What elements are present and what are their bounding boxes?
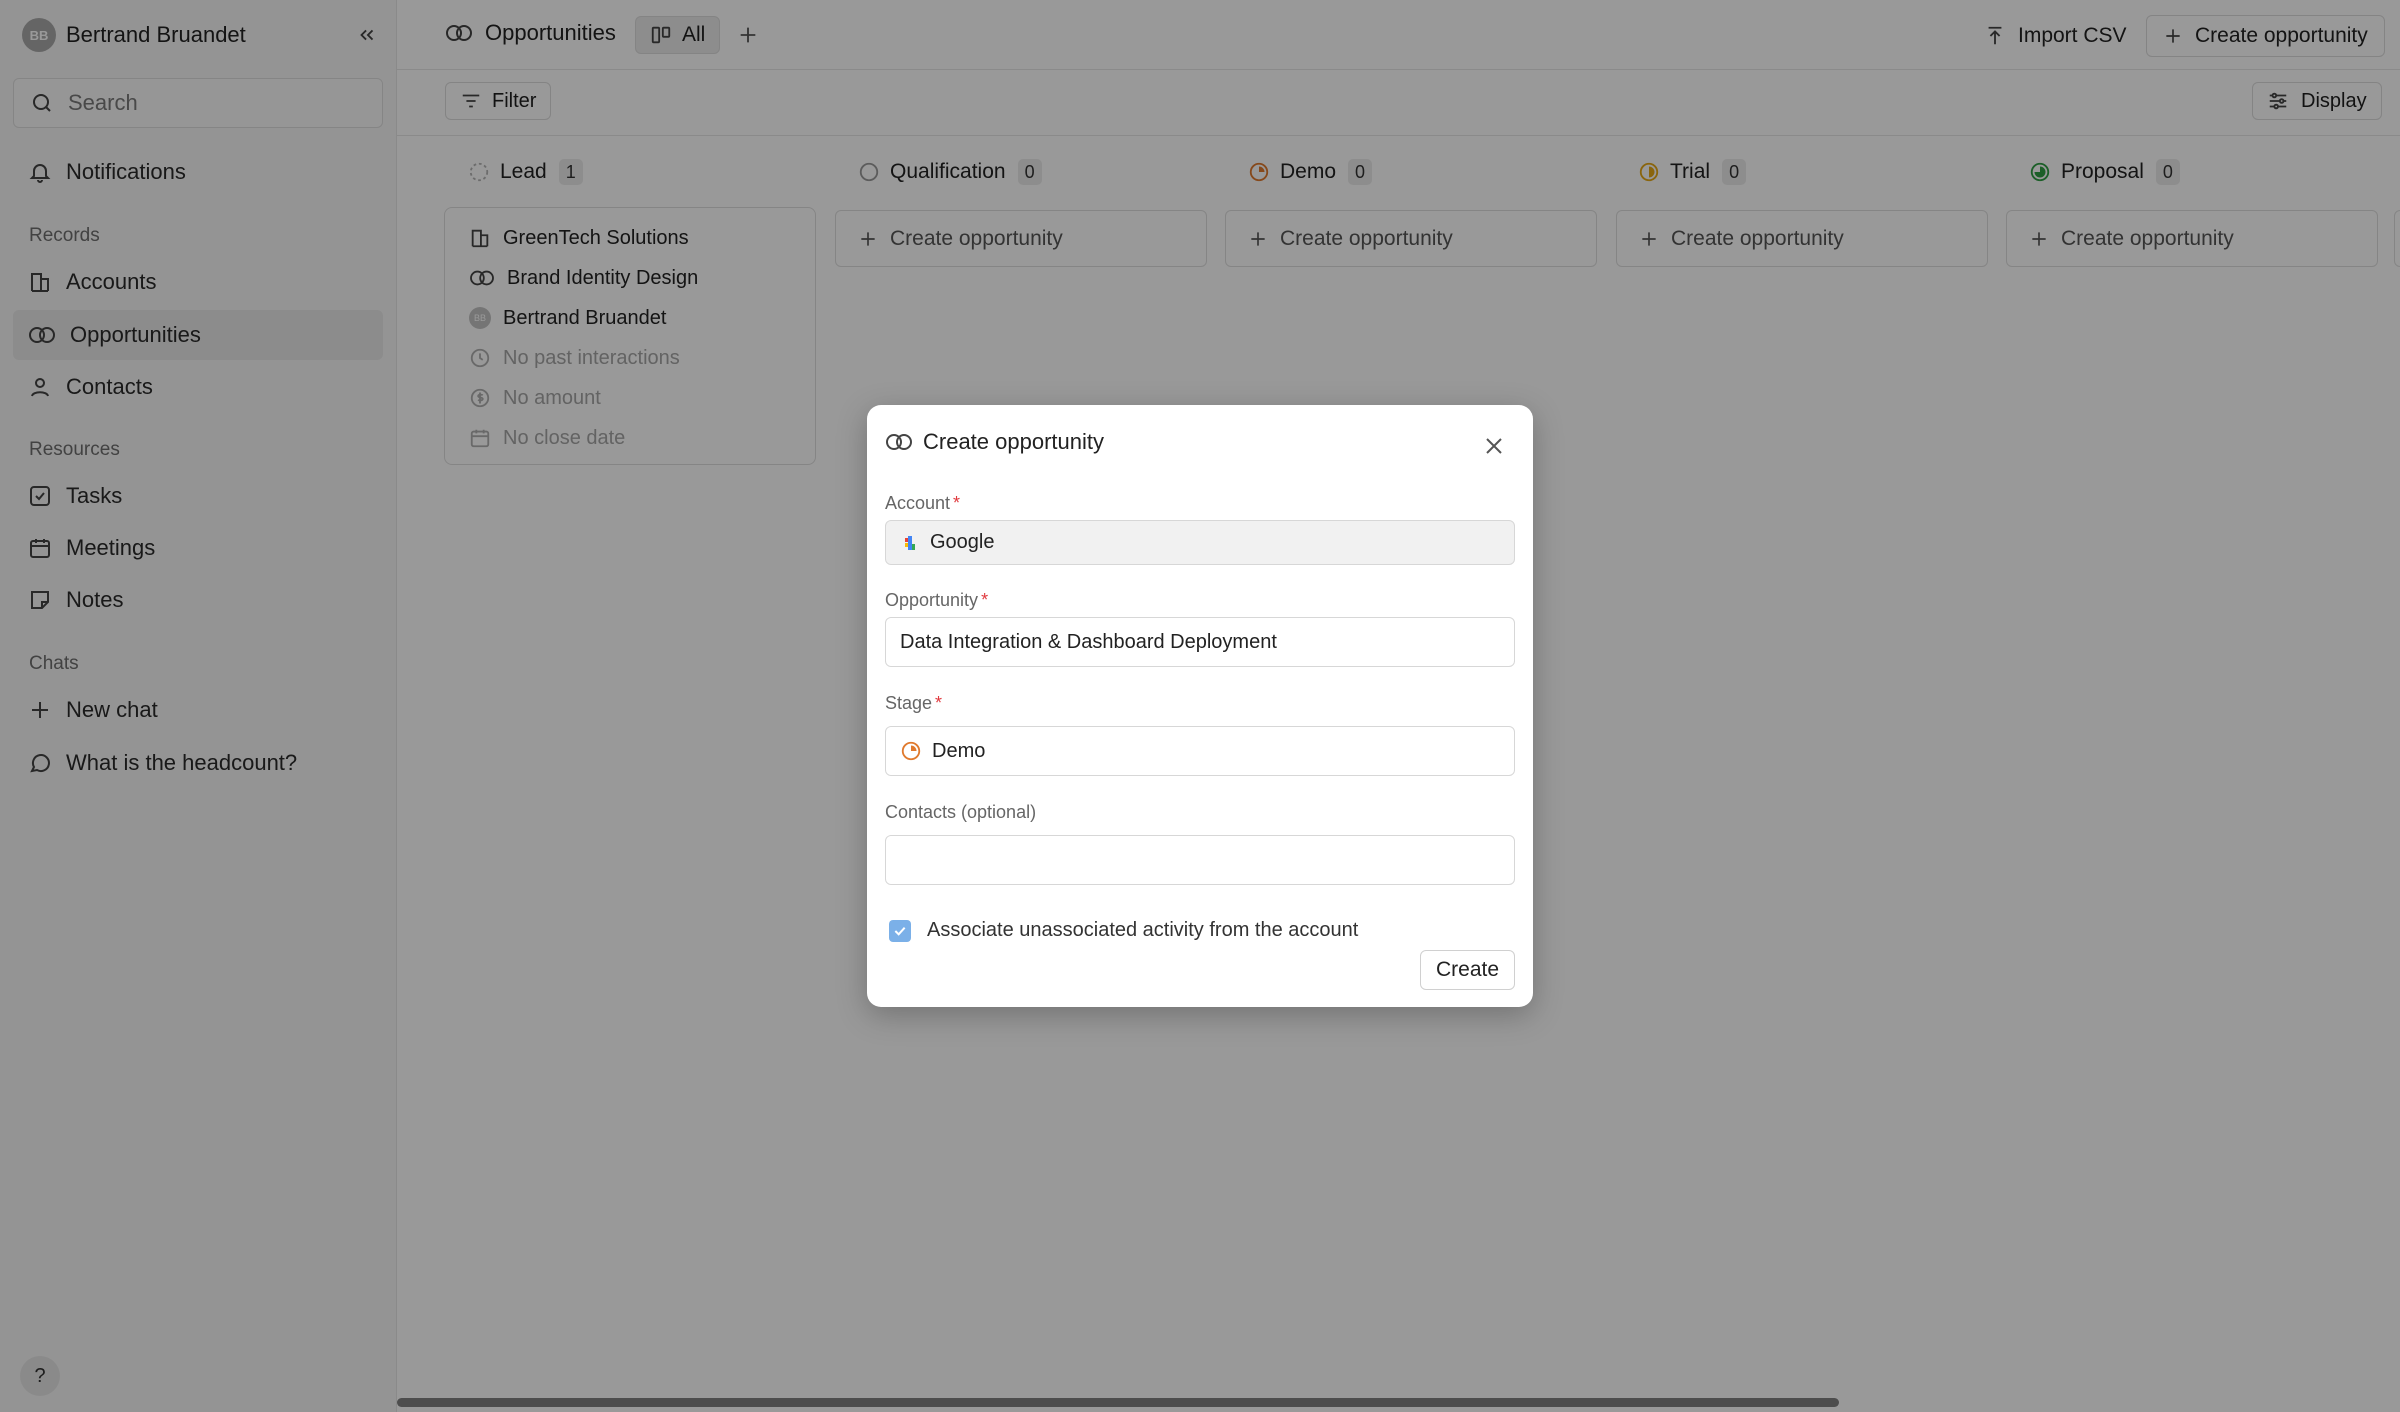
quarter-progress-icon xyxy=(901,741,921,761)
account-value: Google xyxy=(930,531,995,553)
account-label: Account * xyxy=(885,493,961,513)
contacts-label: Contacts (optional) xyxy=(885,802,1037,822)
stage-value: Demo xyxy=(932,739,986,762)
stage-label: Stage * xyxy=(885,693,943,713)
contacts-input[interactable] xyxy=(885,835,1515,885)
required-mark: * xyxy=(953,493,961,513)
google-logo-icon xyxy=(905,535,915,550)
dialog-title: Create opportunity xyxy=(885,429,1104,455)
opportunity-label: Opportunity * xyxy=(885,590,989,610)
horizontal-scrollbar[interactable] xyxy=(397,1398,1839,1407)
create-button[interactable]: Create xyxy=(1420,950,1515,990)
close-icon xyxy=(1486,438,1502,454)
check-icon xyxy=(894,926,906,936)
associate-activity-checkbox[interactable] xyxy=(889,919,911,942)
opportunity-value: Data Integration & Dashboard Deployment xyxy=(900,630,1277,653)
account-field[interactable]: Google xyxy=(885,520,1515,565)
opportunity-name-input[interactable]: Data Integration & Dashboard Deployment xyxy=(885,617,1515,667)
required-mark: * xyxy=(935,693,943,713)
required-mark: * xyxy=(981,590,989,610)
stage-select[interactable]: Demo xyxy=(885,726,1515,776)
overlapping-circles-icon xyxy=(886,434,912,450)
associate-activity-label: Associate unassociated activity from the… xyxy=(927,919,1359,941)
create-opportunity-dialog: Create opportunity Account * Google Oppor… xyxy=(867,405,1533,1007)
associate-activity-option[interactable]: Associate unassociated activity from the… xyxy=(889,919,1358,942)
close-button[interactable] xyxy=(1479,431,1509,461)
